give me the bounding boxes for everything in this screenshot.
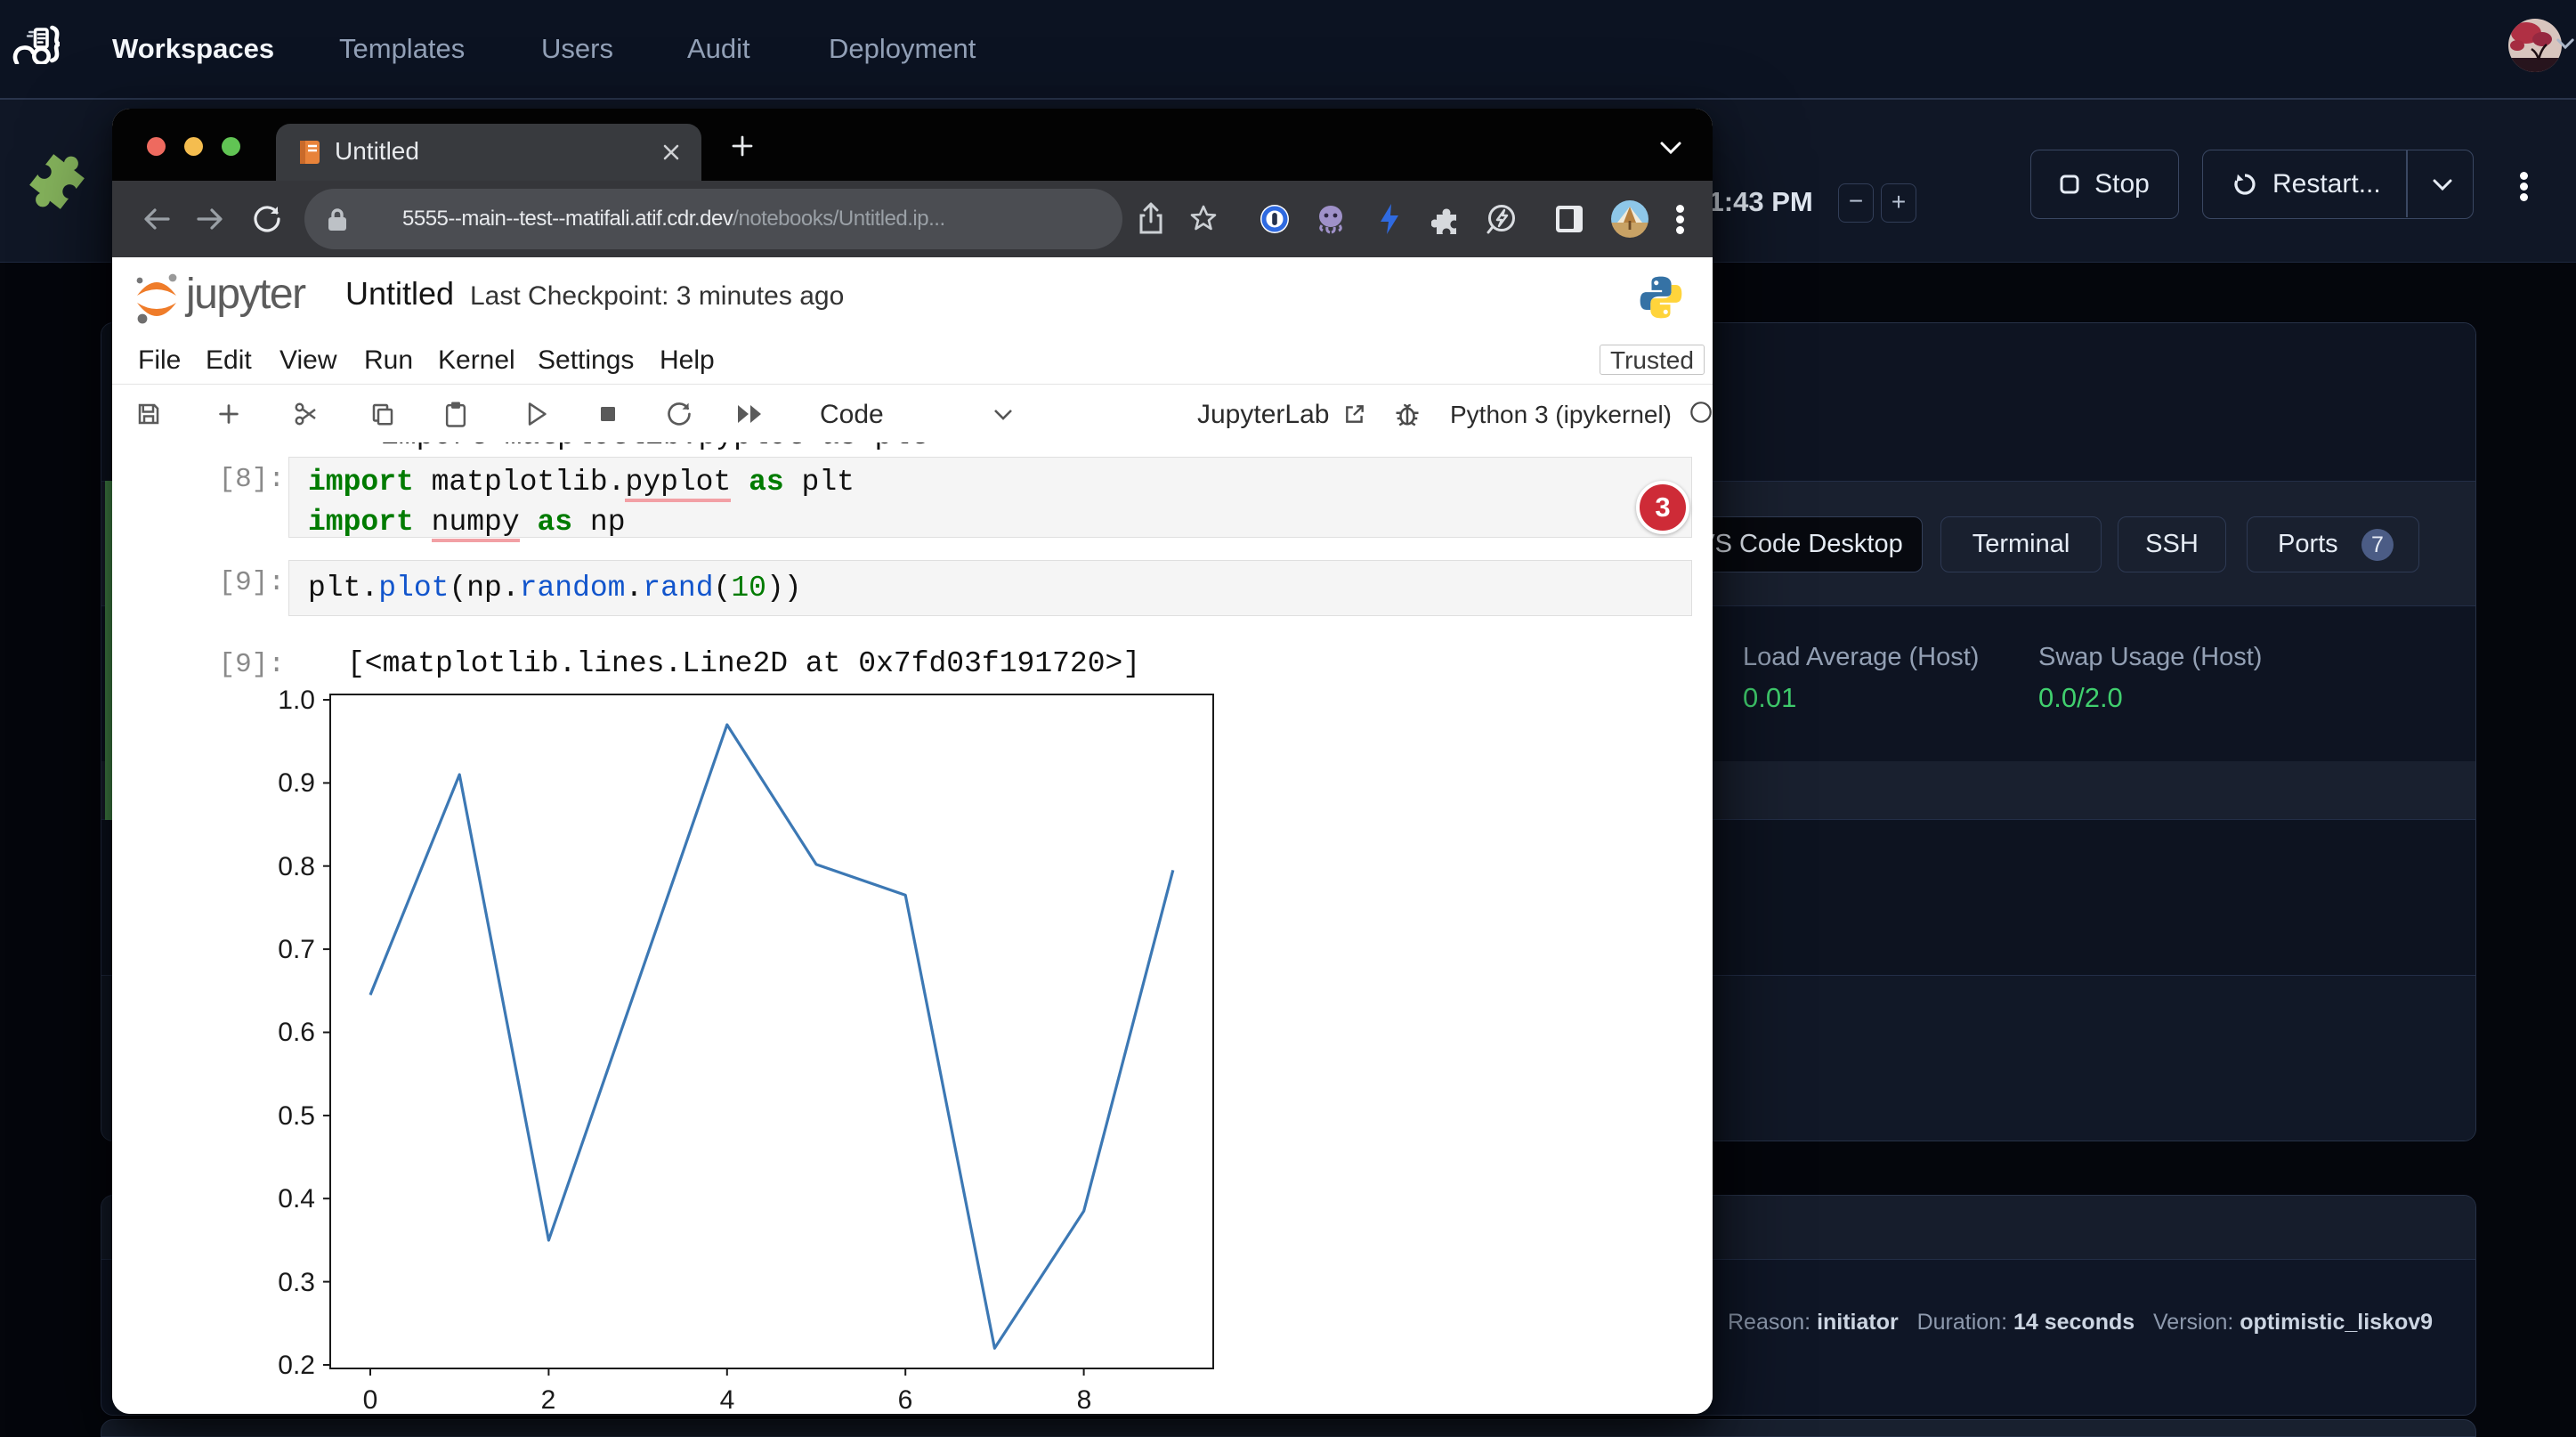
svg-text:8: 8 — [1077, 1385, 1092, 1414]
svg-text:0.4: 0.4 — [278, 1184, 315, 1214]
svg-text:4: 4 — [720, 1385, 735, 1414]
svg-text:0.3: 0.3 — [278, 1268, 315, 1297]
svg-text:0.7: 0.7 — [278, 935, 315, 964]
svg-text:1.0: 1.0 — [278, 686, 315, 715]
svg-text:0.8: 0.8 — [278, 852, 315, 881]
svg-text:6: 6 — [898, 1385, 913, 1414]
svg-text:2: 2 — [541, 1385, 556, 1414]
svg-text:0.2: 0.2 — [278, 1351, 315, 1380]
svg-text:0: 0 — [363, 1385, 378, 1414]
svg-text:0.9: 0.9 — [278, 768, 315, 798]
svg-text:0.5: 0.5 — [278, 1101, 315, 1131]
svg-text:0.6: 0.6 — [278, 1018, 315, 1047]
